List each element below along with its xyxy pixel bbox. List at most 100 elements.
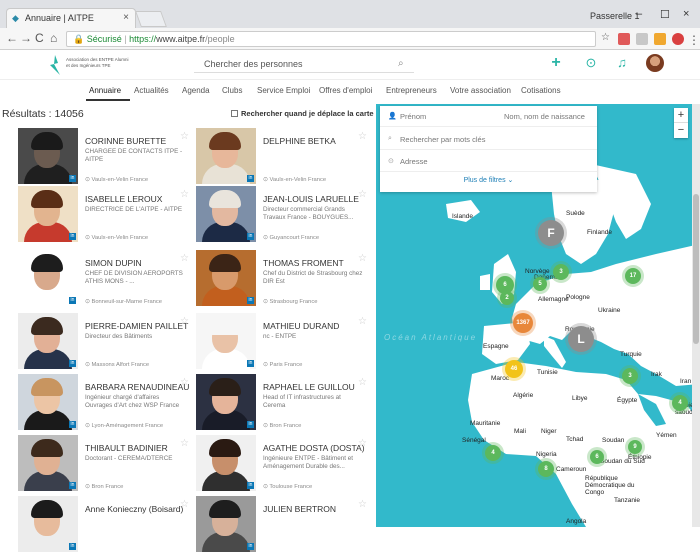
extension-icon[interactable] xyxy=(654,33,666,45)
url-field[interactable]: 🔒 Sécurisé | https://www.aitpe.fr/people xyxy=(66,31,596,47)
person-card[interactable]: in RAPHAEL LE GUILLOU ☆ Head of IT infrastr… xyxy=(196,374,384,438)
address-filter-row[interactable]: ⊙ Adresse xyxy=(380,151,597,172)
person-name[interactable]: THOMAS FROMENT xyxy=(263,258,344,268)
keywords-filter-row[interactable]: ⌕ Rechercher par mots clés xyxy=(380,129,597,150)
nav-item-annuaire[interactable]: Annuaire xyxy=(89,86,121,95)
new-tab-button[interactable] xyxy=(135,11,167,27)
linkedin-icon[interactable]: in xyxy=(247,175,254,182)
map-cluster-marker[interactable]: 46 xyxy=(505,360,523,378)
linkedin-icon[interactable]: in xyxy=(69,297,76,304)
person-name[interactable]: MATHIEU DURAND xyxy=(263,321,339,331)
add-icon[interactable]: + xyxy=(548,55,564,71)
person-card[interactable]: in JEAN-LOUIS LARUELLE ☆ Directeur commerci… xyxy=(196,186,384,250)
map-cluster-marker[interactable]: 8 xyxy=(538,461,554,477)
more-filters-button[interactable]: Plus de filtres ⌄ xyxy=(380,176,597,184)
favorite-star-icon[interactable]: ☆ xyxy=(358,499,367,510)
map-search-checkbox-label[interactable]: Rechercher quand je déplace la carte xyxy=(241,109,374,118)
person-card[interactable]: in THIBAULT BADINIER ☆ Doctorant - CEREMA/D… xyxy=(18,435,206,499)
back-icon[interactable]: ← xyxy=(6,31,18,45)
map-search-checkbox[interactable] xyxy=(231,110,238,117)
favorite-star-icon[interactable]: ☆ xyxy=(358,253,367,264)
person-photo[interactable]: in xyxy=(18,435,78,491)
close-window-icon[interactable]: × xyxy=(683,8,689,20)
site-logo-text[interactable]: Association des ENTPE Alumni et des Ingé… xyxy=(66,57,146,69)
favorite-star-icon[interactable]: ☆ xyxy=(358,189,367,200)
map-cluster-marker[interactable]: 4 xyxy=(485,445,501,461)
person-name[interactable]: JEAN-LOUIS LARUELLE xyxy=(263,194,359,204)
linkedin-icon[interactable]: in xyxy=(69,421,76,428)
address-field[interactable]: Adresse xyxy=(400,157,428,166)
last-name-field[interactable]: Nom, nom de naissance xyxy=(504,112,585,121)
person-name[interactable]: Anne Konieczny (Boisard) xyxy=(85,504,183,514)
reload-icon[interactable]: C xyxy=(35,31,44,45)
map-cluster-marker[interactable]: 2 xyxy=(500,291,514,305)
person-card[interactable]: in THOMAS FROMENT ☆ Chef du District de Str… xyxy=(196,250,384,314)
person-card[interactable]: in AGATHE DOSTA (DOSTA) ☆ Ingénieure ENTPE … xyxy=(196,435,384,499)
person-name[interactable]: RAPHAEL LE GUILLOU xyxy=(263,382,355,392)
map-cluster-marker[interactable]: L xyxy=(568,326,594,352)
person-photo[interactable]: in xyxy=(18,313,78,369)
browser-tab[interactable]: ◆ Annuaire | AITPE × xyxy=(6,8,136,28)
notification-bell-icon[interactable]: ♫ xyxy=(614,55,630,71)
first-name-field[interactable]: Prénom xyxy=(400,112,426,121)
browser-user-label[interactable]: Passerelle 1 xyxy=(590,11,640,21)
nav-item-offres-emploi[interactable]: Offres d'emploi xyxy=(319,86,372,95)
person-photo[interactable]: in xyxy=(196,128,256,184)
extension-icon[interactable] xyxy=(672,33,684,45)
page-scrollbar[interactable] xyxy=(692,104,700,527)
favorite-star-icon[interactable]: ☆ xyxy=(180,253,189,264)
nav-item-cotisations[interactable]: Cotisations xyxy=(521,86,561,95)
person-card[interactable]: in ISABELLE LEROUX ☆ DIRECTRICE DE L'AITPE … xyxy=(18,186,206,250)
favorite-star-icon[interactable]: ☆ xyxy=(180,131,189,142)
person-photo[interactable]: in xyxy=(18,250,78,306)
person-card[interactable]: in BARBARA RENAUDINEAU ☆ Ingénieur chargé d… xyxy=(18,374,206,438)
keywords-field[interactable]: Rechercher par mots clés xyxy=(400,135,485,144)
browser-menu-icon[interactable]: ⋮ xyxy=(688,33,700,47)
bookmark-star-icon[interactable]: ☆ xyxy=(601,32,610,43)
favorite-star-icon[interactable]: ☆ xyxy=(180,377,189,388)
nav-item-agenda[interactable]: Agenda xyxy=(182,86,210,95)
map-cluster-marker[interactable]: 9 xyxy=(628,440,642,454)
linkedin-icon[interactable]: in xyxy=(247,233,254,240)
linkedin-icon[interactable]: in xyxy=(247,421,254,428)
favorite-star-icon[interactable]: ☆ xyxy=(358,316,367,327)
nav-item-votre-association[interactable]: Votre association xyxy=(450,86,511,95)
person-name[interactable]: BARBARA RENAUDINEAU xyxy=(85,382,189,392)
person-card[interactable]: in JULIEN BERTRON ☆ xyxy=(196,496,384,560)
map-cluster-marker[interactable]: 5 xyxy=(533,277,547,291)
linkedin-icon[interactable]: in xyxy=(247,360,254,367)
map-cluster-marker[interactable]: 4 xyxy=(672,395,688,411)
user-avatar[interactable] xyxy=(646,54,664,72)
favorite-star-icon[interactable]: ☆ xyxy=(180,438,189,449)
linkedin-icon[interactable]: in xyxy=(69,360,76,367)
search-icon[interactable]: ⌕ xyxy=(398,58,404,69)
favorite-star-icon[interactable]: ☆ xyxy=(358,438,367,449)
person-photo[interactable]: in xyxy=(196,186,256,242)
maximize-icon[interactable]: ☐ xyxy=(660,8,670,21)
person-name[interactable]: PIERRE-DAMIEN PAILLET xyxy=(85,321,188,331)
person-photo[interactable]: in xyxy=(18,496,78,552)
nav-item-clubs[interactable]: Clubs xyxy=(222,86,242,95)
favorite-star-icon[interactable]: ☆ xyxy=(180,499,189,510)
person-card[interactable]: in PIERRE-DAMIEN PAILLET ☆ Directeur des Bâ… xyxy=(18,313,206,377)
forward-icon[interactable]: → xyxy=(20,31,32,45)
person-photo[interactable]: in xyxy=(18,186,78,242)
people-search-input[interactable]: Chercher des personnes xyxy=(194,56,414,73)
linkedin-icon[interactable]: in xyxy=(247,297,254,304)
linkedin-icon[interactable]: in xyxy=(247,543,254,550)
nav-item-entrepreneurs[interactable]: Entrepreneurs xyxy=(386,86,437,95)
scrollbar-thumb[interactable] xyxy=(693,194,699,344)
nav-item-actualites[interactable]: Actualités xyxy=(134,86,169,95)
aitpe-logo-icon[interactable] xyxy=(48,55,62,75)
map-cluster-marker[interactable]: 17 xyxy=(625,268,641,284)
extension-icon[interactable] xyxy=(618,33,630,45)
favorite-star-icon[interactable]: ☆ xyxy=(358,377,367,388)
map-cluster-marker[interactable]: F xyxy=(538,220,564,246)
extension-icon[interactable] xyxy=(636,33,648,45)
name-filter-row[interactable]: 👤 Prénom Nom, nom de naissance xyxy=(380,106,597,127)
favorite-star-icon[interactable]: ☆ xyxy=(180,189,189,200)
person-name[interactable]: ISABELLE LEROUX xyxy=(85,194,162,204)
map-cluster-marker[interactable]: 1367 xyxy=(513,313,533,333)
person-card[interactable]: in MATHIEU DURAND ☆ nc - ENTPE ⊙ Paris Franc… xyxy=(196,313,384,377)
person-photo[interactable]: in xyxy=(196,313,256,369)
